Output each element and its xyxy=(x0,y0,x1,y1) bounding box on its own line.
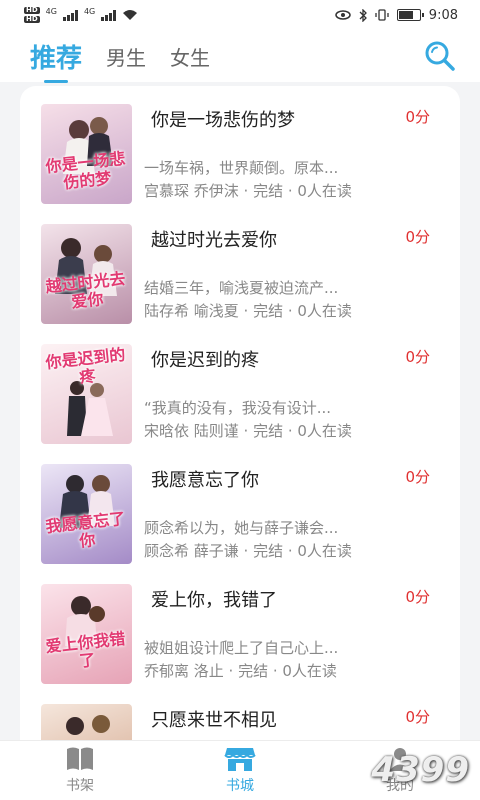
network-type-1: 4G xyxy=(45,6,57,16)
signal-icon-2 xyxy=(101,9,117,21)
bluetooth-icon xyxy=(359,8,367,22)
book-score: 0分 xyxy=(405,468,430,486)
nav-bookshelf-label: 书架 xyxy=(66,778,94,794)
book-description: 结婚三年，喻浅夏被迫流产... xyxy=(144,279,339,297)
bookshelf-icon xyxy=(67,747,93,770)
book-description: 顾念希以为，她与薛子谦会... xyxy=(144,519,339,537)
signal-icon xyxy=(62,9,78,21)
book-title: 你是迟到的疼 xyxy=(151,350,259,371)
wifi-icon xyxy=(123,10,138,20)
hd-badge-2: HD xyxy=(24,15,40,23)
book-score: 0分 xyxy=(405,708,430,726)
book-item[interactable]: 你是迟到的疼 你是迟到的疼 0分 “我真的没有，我没有设计... 宋晗依 陆则谨… xyxy=(20,344,460,464)
tab-recommended[interactable]: 推荐 xyxy=(30,38,82,83)
battery-icon xyxy=(396,9,424,21)
vibrate-icon xyxy=(375,9,389,21)
top-nav: 推荐 男生 女生 xyxy=(0,30,480,83)
tab-male[interactable]: 男生 xyxy=(106,42,146,71)
book-description: 被姐姐设计爬上了自己心上... xyxy=(144,639,339,657)
book-score: 0分 xyxy=(405,588,430,606)
book-item[interactable]: 我愿意忘了你 我愿意忘了你 0分 顾念希以为，她与薛子谦会... 顾念希 薛子谦… xyxy=(20,464,460,584)
status-left: HD HD 4G 4G xyxy=(24,6,138,24)
book-score: 0分 xyxy=(405,108,430,126)
book-title: 只愿来世不相见 xyxy=(151,710,277,731)
book-item[interactable]: 你是一场悲伤的梦 你是一场悲伤的梦 0分 一场车祸，世界颠倒。原本... 宫慕琛… xyxy=(20,104,460,224)
hd-badges: HD HD xyxy=(24,6,40,24)
book-title: 越过时光去爱你 xyxy=(151,230,277,251)
book-meta: 宫慕琛 乔伊沫 · 完结 · 0人在读 xyxy=(144,182,352,200)
book-score: 0分 xyxy=(405,228,430,246)
nav-bookstore[interactable]: 书城 xyxy=(190,746,290,795)
book-score: 0分 xyxy=(405,348,430,366)
status-bar: HD HD 4G 4G 9:08 xyxy=(0,0,480,30)
book-cover: 爱上你我错了 xyxy=(41,584,132,684)
nav-bookshelf[interactable]: 书架 xyxy=(30,746,130,795)
book-list: 你是一场悲伤的梦 你是一场悲伤的梦 0分 一场车祸，世界颠倒。原本... 宫慕琛… xyxy=(20,86,460,756)
book-meta: 顾念希 薛子谦 · 完结 · 0人在读 xyxy=(144,542,352,560)
book-description: “我真的没有，我没有设计... xyxy=(144,399,332,417)
book-cover: 越过时光去爱你 xyxy=(41,224,132,324)
book-description: 一场车祸，世界颠倒。原本... xyxy=(144,159,339,177)
book-item[interactable]: 爱上你我错了 爱上你，我错了 0分 被姐姐设计爬上了自己心上... 乔郁离 洛止… xyxy=(20,584,460,704)
network-type-2: 4G xyxy=(83,6,96,16)
clock: 9:08 xyxy=(428,7,458,23)
book-title: 你是一场悲伤的梦 xyxy=(151,110,295,131)
watermark-logo: 4399 xyxy=(371,750,470,790)
hd-badge-1: HD xyxy=(24,6,40,14)
search-icon[interactable] xyxy=(422,38,458,74)
book-cover: 我愿意忘了你 xyxy=(41,464,132,564)
book-meta: 陆存希 喻浅夏 · 完结 · 0人在读 xyxy=(144,302,352,320)
book-cover: 你是迟到的疼 xyxy=(41,344,132,444)
book-meta: 宋晗依 陆则谨 · 完结 · 0人在读 xyxy=(144,422,352,440)
tab-female[interactable]: 女生 xyxy=(170,42,210,71)
book-title: 爱上你，我错了 xyxy=(151,590,277,611)
eye-icon xyxy=(335,10,351,20)
book-meta: 乔郁离 洛止 · 完结 · 0人在读 xyxy=(144,662,337,680)
status-right: 9:08 xyxy=(335,8,458,23)
book-item[interactable]: 越过时光去爱你 越过时光去爱你 0分 结婚三年，喻浅夏被迫流产... 陆存希 喻… xyxy=(20,224,460,344)
book-cover: 你是一场悲伤的梦 xyxy=(41,104,132,204)
bookstore-icon xyxy=(224,748,256,771)
book-title: 我愿意忘了你 xyxy=(151,470,259,491)
nav-bookstore-label: 书城 xyxy=(226,778,254,794)
